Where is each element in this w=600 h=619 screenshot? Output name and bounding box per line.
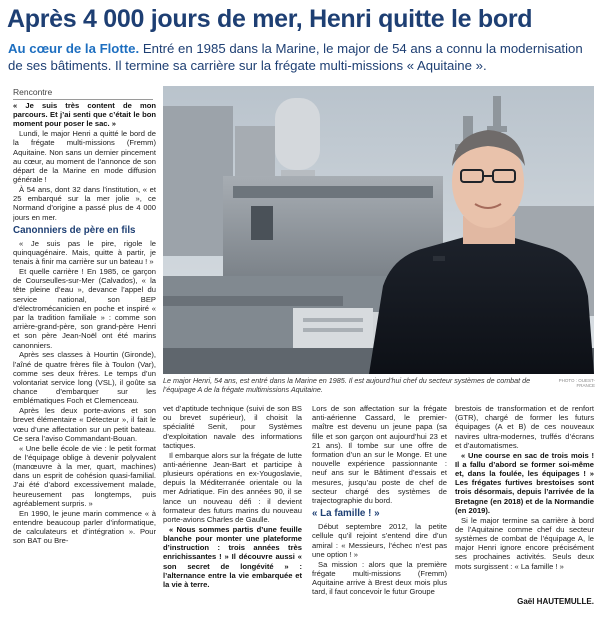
article-subheading: Canonniers de père en fils [13, 224, 136, 236]
article-paragraph: En 1990, le jeune marin commence « à ent… [13, 508, 156, 546]
author-signature: Gaël HAUTEMULLE. [517, 597, 594, 606]
article-subheading: « La famille ! » [312, 508, 380, 520]
article-paragraph: Après ses classes à Hourtin (Gironde), l… [13, 350, 156, 406]
deck-kicker: Au cœur de la Flotte. [8, 41, 140, 56]
article-paragraph: brestois de transformation et de renfort… [455, 404, 594, 450]
article-paragraph: « Une course en sac de trois mois ! Il a… [455, 450, 594, 515]
article-paragraph: Et quelle carrière ! En 1985, ce garçon … [13, 267, 156, 350]
article-paragraph: Lundi, le major Henri a quitté le bord d… [13, 129, 156, 185]
article-paragraph: Après les deux porte-avions et son breve… [13, 406, 156, 443]
article-paragraph: « Je suis pas le pire, rigole le quinqua… [13, 238, 156, 267]
article-column-1: « Je suis très content de mon parcours. … [13, 101, 156, 607]
article-paragraph: Début septembre 2012, la petite cellule … [312, 522, 447, 559]
article-paragraph: Sa mission : alors que la première fréga… [312, 559, 447, 597]
article-paragraph: « Nous sommes partis d’une feuille blanc… [163, 524, 302, 590]
article-paragraph: vet d’aptitude technique (suivi de son B… [163, 404, 302, 450]
article-paragraph: « Je suis très content de mon parcours. … [13, 101, 156, 129]
article-column-2: vet d’aptitude technique (suivi de son B… [163, 404, 302, 609]
photo-credit: PHOTO : OUEST-FRANCE [558, 378, 595, 388]
article-deck: Au cœur de la Flotte. Entré en 1985 dans… [8, 41, 594, 74]
article-column-4: brestois de transformation et de renfort… [455, 404, 594, 609]
frigate-photo [163, 86, 594, 374]
article-paragraph: Lors de son affectation sur la frégate a… [312, 404, 447, 506]
section-rubric: Rencontre [13, 87, 153, 100]
article-paragraph: À 54 ans, dont 32 dans l’institution, « … [13, 185, 156, 222]
article-column-3: Lors de son affectation sur la frégate a… [312, 404, 447, 609]
photo-caption: Le major Henri, 54 ans, est entré dans l… [163, 376, 531, 394]
article-headline: Après 4 000 jours de mer, Henri quitte l… [7, 5, 533, 33]
article-paragraph: « Une belle école de vie : le petit form… [13, 443, 156, 508]
article-paragraph: Il embarque alors sur la frégate de lutt… [163, 450, 302, 525]
article-paragraph: Si le major termine sa carrière à bord d… [455, 515, 594, 571]
